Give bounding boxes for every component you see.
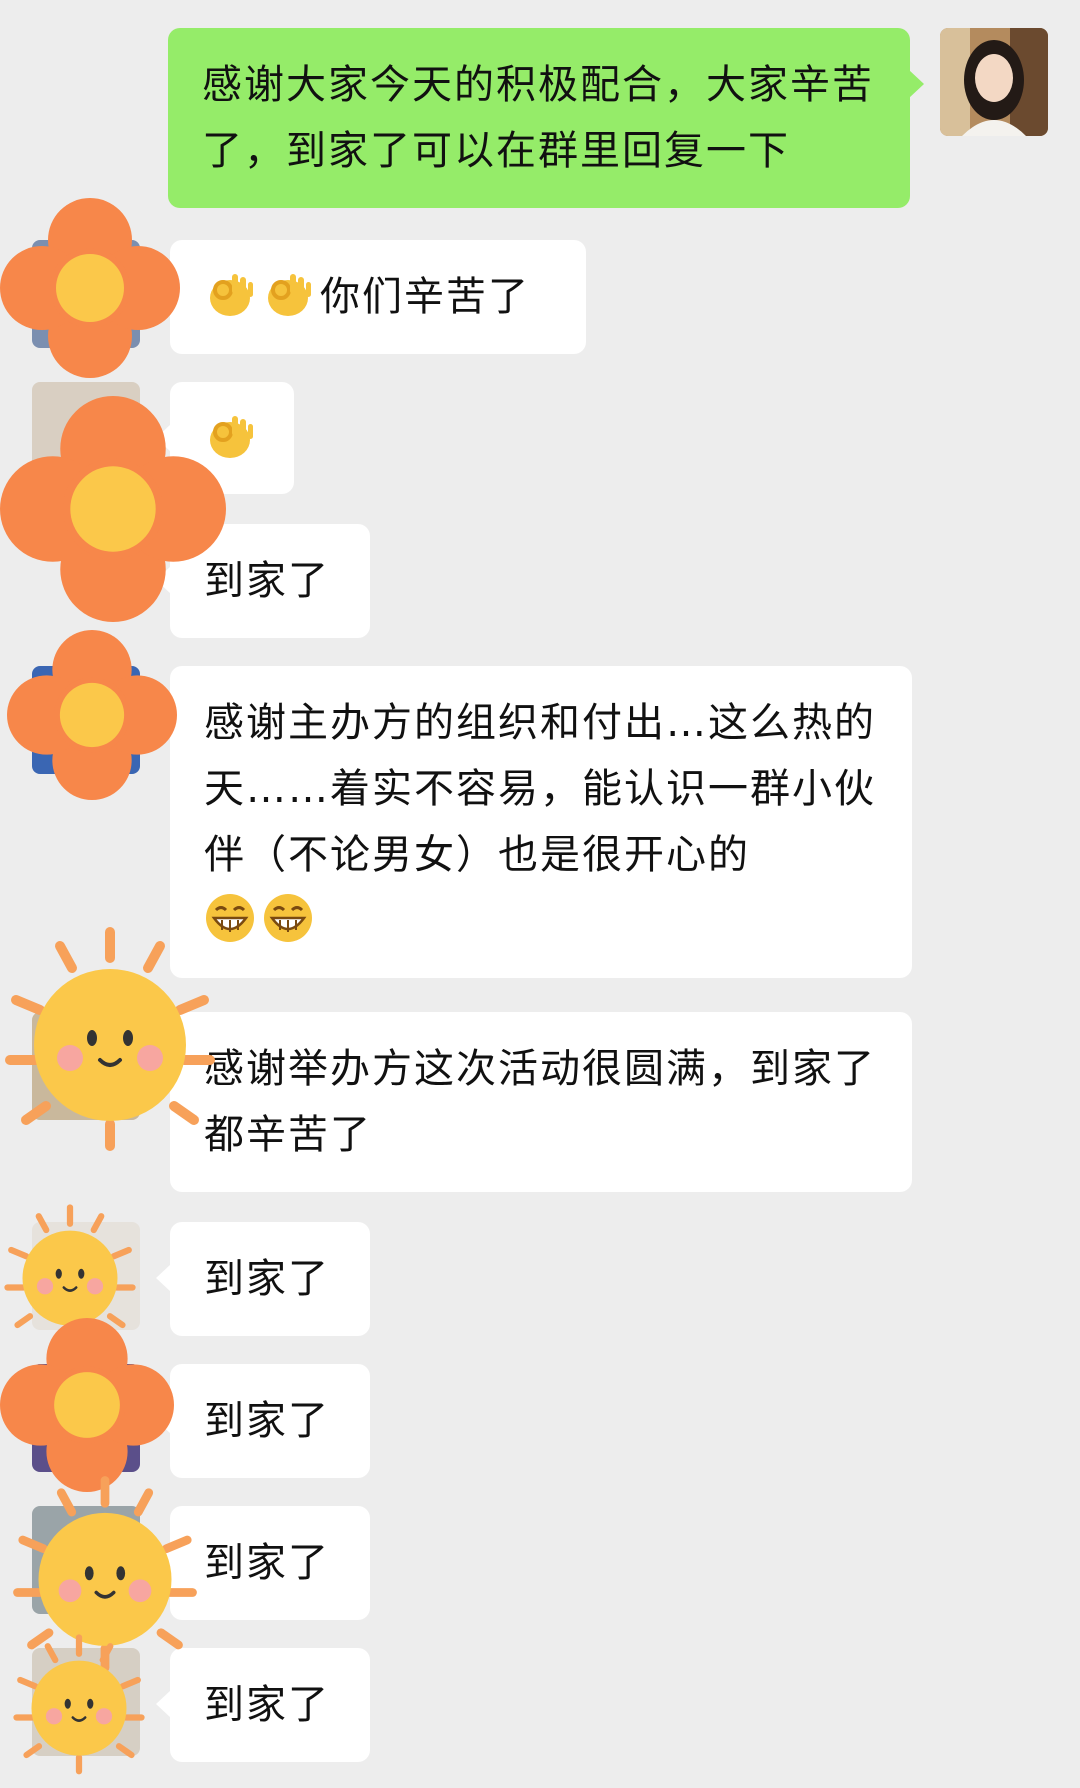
message-text: 到家了	[204, 1398, 330, 1444]
message-text: 你们辛苦了	[320, 274, 530, 320]
chat-area[interactable]: 感谢大家今天的积极配合，大家辛苦了，到家了可以在群里回复一下 你们辛苦了 到家了…	[0, 0, 1080, 1788]
member-avatar[interactable]	[32, 1012, 140, 1120]
message-text: 到家了	[204, 1540, 330, 1586]
message-text: 感谢举办方这次活动很圆满，到家了都辛苦了	[204, 1046, 876, 1158]
message-text: 到家了	[204, 1256, 330, 1302]
message-bubble-outgoing[interactable]: 感谢大家今天的积极配合，大家辛苦了，到家了可以在群里回复一下	[168, 28, 924, 208]
message-text: 到家了	[204, 1682, 330, 1728]
grin-icon	[264, 894, 312, 942]
message-text: 感谢主办方的组织和付出…这么热的天……着实不容易，能认识一群小伙伴（不论男女）也…	[204, 700, 876, 878]
message-bubble[interactable]: 到家了	[156, 1222, 370, 1336]
member-avatar[interactable]	[32, 1506, 140, 1614]
member-avatar[interactable]	[32, 666, 140, 774]
grin-icon	[206, 894, 254, 942]
message-bubble[interactable]: 到家了	[156, 1648, 370, 1762]
message-bubble[interactable]: 感谢主办方的组织和付出…这么热的天……着实不容易，能认识一群小伙伴（不论男女）也…	[156, 666, 912, 978]
message-text: 到家了	[204, 558, 330, 604]
member-avatar[interactable]	[32, 1648, 140, 1756]
ok-hand-icon	[268, 274, 311, 316]
message-bubble[interactable]: 感谢举办方这次活动很圆满，到家了都辛苦了	[156, 1012, 912, 1192]
member-avatar[interactable]	[32, 382, 140, 490]
message-bubble[interactable]: 你们辛苦了	[156, 240, 586, 354]
ok-hand-icon	[210, 416, 253, 458]
member-avatar[interactable]	[32, 1222, 140, 1330]
self-avatar[interactable]	[940, 28, 1048, 136]
message-bubble[interactable]: 到家了	[156, 1506, 370, 1620]
message-bubble[interactable]: 到家了	[156, 524, 370, 638]
ok-hand-icon	[210, 274, 253, 316]
message-bubble[interactable]	[156, 382, 294, 494]
message-text: 感谢大家今天的积极配合，大家辛苦了，到家了可以在群里回复一下	[202, 62, 874, 174]
message-bubble[interactable]: 到家了	[156, 1364, 370, 1478]
member-avatar[interactable]	[32, 240, 140, 348]
member-avatar[interactable]	[32, 1364, 140, 1472]
